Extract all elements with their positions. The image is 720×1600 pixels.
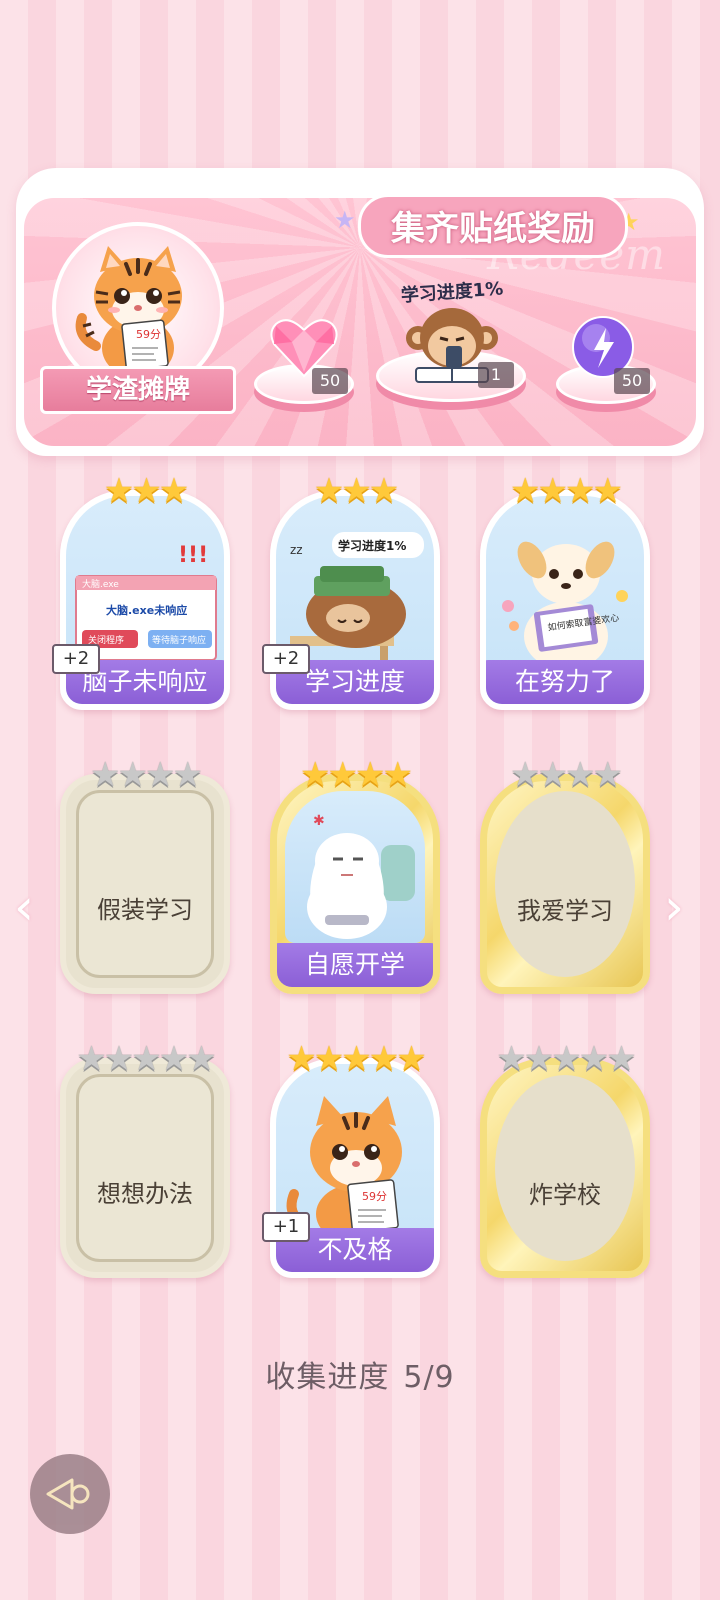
sticker-card-locked[interactable]: ★★★★★ 炸学校 [480, 1040, 650, 1278]
svg-text:等待脑子响应: 等待脑子响应 [152, 634, 206, 646]
star-rating: ★★★★★ [286, 1039, 426, 1079]
svg-text:!!!: !!! [178, 543, 208, 568]
star-rating: ★★★★★ [76, 1039, 216, 1079]
score-note: 59分 [136, 328, 161, 341]
collection-label: 收集进度 [265, 1360, 390, 1395]
svg-text:59分: 59分 [362, 1190, 387, 1203]
star-rating: ★★★★ [300, 755, 413, 795]
panel-title: 集齐贴纸奖励 [358, 194, 628, 258]
sticker-name: 在努力了 [486, 660, 644, 704]
svg-text:大脑.exe: 大脑.exe [82, 578, 119, 590]
sticker-card-locked[interactable]: ★★★★ 假装学习 [60, 756, 230, 994]
star-rating: ★★★★ [90, 755, 203, 795]
star-rating: ★★★ [103, 471, 189, 511]
star-rating: ★★★ [313, 471, 399, 511]
sticker-card-locked[interactable]: ★★★★ 我爱学习 [480, 756, 650, 994]
duplicate-count-badge: +2 [52, 644, 100, 674]
duplicate-count-badge: +1 [262, 1212, 310, 1242]
sticker-locked-frame: 想想办法 [60, 1058, 230, 1278]
svg-text:学习进度1%: 学习进度1% [338, 538, 406, 553]
star-rating: ★★★★ [510, 471, 623, 511]
sticker-locked-frame: 炸学校 [480, 1058, 650, 1278]
sticker-name: 我爱学习 [517, 897, 613, 925]
star-rating: ★★★★★ [496, 1039, 636, 1079]
star-icon: ★ [334, 206, 356, 234]
sticker-locked-frame: 假装学习 [60, 774, 230, 994]
svg-text:大脑.exe未响应: 大脑.exe未响应 [106, 603, 187, 617]
chevron-right-icon[interactable]: › [664, 878, 684, 936]
svg-text:zz: zz [290, 543, 303, 557]
sticker-art-frame: !!! 大脑.exe 大脑.exe未响应 关闭程序 等待脑子响应 脑子未响应 [60, 490, 230, 710]
sticker-name: 假装学习 [97, 896, 193, 924]
sticker-card[interactable]: ★★★★ 如何索取富婆欢心 在努力了 [480, 472, 650, 710]
back-arrow-icon [46, 1478, 90, 1510]
sticker-card[interactable]: ★★★ !!! 大脑.exe 大脑.exe未响应 关闭程序 等待脑子响应 脑子未… [52, 471, 230, 710]
sticker-name: 想想办法 [97, 1180, 193, 1208]
sticker-card[interactable]: ★★★ zz 学习进度1% 学习进度 +2 [262, 471, 440, 710]
sticker-art-frame: 如何索取富婆欢心 在努力了 [480, 490, 650, 710]
reward-count: 50 [614, 368, 650, 394]
collection-progress: 收集进度 5/9 [0, 1352, 720, 1396]
avatar-name-banner: 学渣摊牌 [40, 366, 236, 414]
sticker-card-locked[interactable]: ★★★★★ 想想办法 [60, 1040, 230, 1278]
collection-value: 5/9 [403, 1360, 455, 1395]
sticker-art-frame: 59分 不及格 [270, 1058, 440, 1278]
sticker-locked-frame: 我爱学习 [480, 774, 650, 994]
sticker-name: 自愿开学 [277, 943, 433, 987]
reward-count: 50 [312, 368, 348, 394]
reward-count: 1 [478, 362, 514, 388]
star-rating: ★★★★ [510, 755, 623, 795]
back-button[interactable] [30, 1454, 110, 1534]
duplicate-count-badge: +2 [262, 644, 310, 674]
svg-text:✱: ✱ [313, 813, 325, 829]
bunny-art: ✱ [307, 813, 415, 939]
sticker-name: 炸学校 [529, 1181, 601, 1209]
sticker-art-frame: zz 学习进度1% 学习进度 [270, 490, 440, 710]
sticker-card[interactable]: ★★★★ ✱ 自愿开学 [270, 756, 440, 994]
sticker-art-frame: ✱ 自愿开学 [270, 774, 440, 994]
chevron-left-icon[interactable]: ‹ [14, 878, 34, 936]
sticker-card[interactable]: ★★★★★ 59分 不及格 +1 [262, 1039, 440, 1278]
